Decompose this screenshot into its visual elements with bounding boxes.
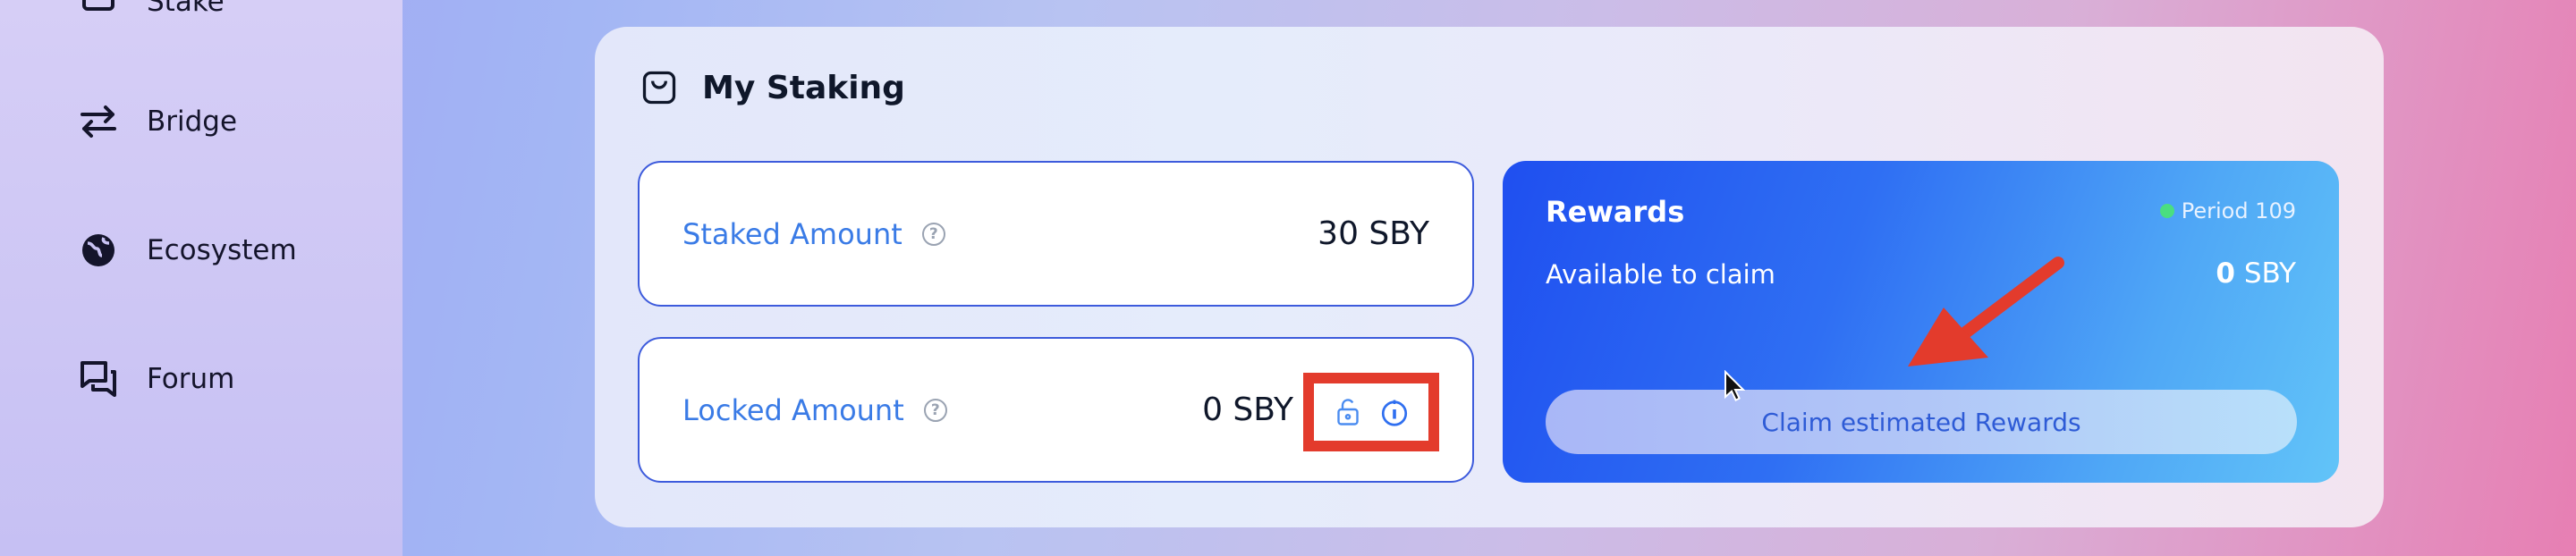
sidebar-item-label: Bridge — [147, 105, 238, 138]
sidebar-item-bridge[interactable]: Bridge — [77, 100, 237, 143]
rewards-title: Rewards — [1546, 195, 1685, 229]
stake-icon — [82, 0, 114, 11]
sidebar-item-label: Forum — [147, 363, 235, 395]
status-dot — [2159, 204, 2174, 218]
claim-rewards-button[interactable]: Claim estimated Rewards — [1546, 390, 2297, 454]
staked-amount-card: Staked Amount ? 30 SBY — [638, 161, 1474, 307]
locked-amount-label-row: Locked Amount ? — [682, 339, 947, 481]
sidebar-item-forum[interactable]: Forum — [77, 358, 234, 400]
sidebar-item-label: Ecosystem — [147, 234, 297, 266]
chat-icon — [80, 361, 116, 397]
sidebar-item-stake[interactable]: Stake — [77, 0, 225, 23]
globe-icon — [82, 234, 114, 266]
bridge-icon — [80, 105, 116, 138]
available-amount: 0 SBY — [2216, 257, 2296, 290]
sidebar-item-label: Stake — [147, 0, 225, 18]
annotation-arrow-icon — [1908, 257, 2064, 366]
available-to-claim-label: Available to claim — [1546, 259, 1775, 290]
help-icon[interactable]: ? — [923, 398, 947, 422]
bag-icon — [642, 71, 676, 105]
lock-info-button[interactable] — [1378, 396, 1411, 428]
period-badge: Period 109 — [2159, 198, 2296, 223]
unlock-button[interactable] — [1332, 396, 1364, 428]
page-title: My Staking — [702, 69, 905, 106]
mouse-cursor-icon — [1724, 370, 1745, 401]
locked-amount-card: Locked Amount ? 0 SBY — [638, 337, 1474, 483]
staked-amount-label-row: Staked Amount ? — [682, 163, 945, 305]
help-icon[interactable]: ? — [921, 222, 945, 246]
available-amount-unit: SBY — [2243, 257, 2296, 290]
locked-amount-value: 0 SBY — [1202, 392, 1293, 428]
sidebar-item-ecosystem[interactable]: Ecosystem — [77, 229, 297, 272]
unlock-icon — [1337, 399, 1359, 425]
available-amount-value: 0 — [2216, 257, 2235, 290]
info-icon — [1381, 400, 1408, 426]
panel-title: My Staking — [640, 68, 905, 107]
my-staking-panel: My Staking Staked Amount ? 30 SBY Locked… — [595, 27, 2384, 527]
lock-actions-highlight — [1303, 373, 1439, 451]
period-label: Period 109 — [2181, 198, 2296, 223]
staked-amount-value: 30 SBY — [1318, 215, 1429, 252]
locked-amount-label: Locked Amount — [682, 392, 904, 427]
staked-amount-label: Staked Amount — [682, 216, 902, 251]
sidebar: Stake Bridge Ecosystem Forum — [0, 0, 402, 556]
